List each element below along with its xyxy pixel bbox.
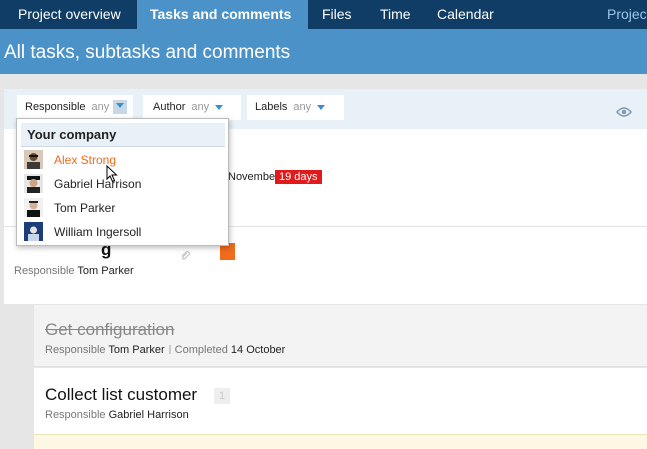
labels-filter-value: any [293,101,312,113]
meta-separator [168,345,171,354]
header-spacer [0,74,647,89]
person-name: Tom Parker [54,201,116,215]
due-date: November [228,171,279,183]
chevron-down-icon[interactable] [215,104,224,110]
task-row-next[interactable] [34,434,647,449]
dropdown-item-gabriel-harrison[interactable]: Gabriel Harrison [23,173,223,195]
completed-label: Completed [174,344,228,356]
chevron-down-icon[interactable] [317,104,326,110]
chevron-down-icon[interactable] [113,100,128,115]
tab-calendar[interactable]: Calendar [437,0,507,29]
avatar [24,150,43,169]
eye-icon[interactable] [616,104,632,122]
dropdown-heading: Your company [21,123,225,147]
tab-project[interactable]: Project [607,0,647,29]
task-title-collect-list[interactable]: Collect list customer [45,385,197,405]
avatar [24,174,43,193]
responsible-filter-value: any [91,101,110,113]
person-name: William Ingersoll [54,225,142,239]
tab-files[interactable]: Files [322,0,362,29]
task-meta-get-configuration: Responsible Tom Parker Completed 14 Octob… [45,344,285,356]
responsible-dropdown: Your company Alex Strong Gabriel Harriso… [16,118,229,246]
responsible-filter-label: Responsible [25,101,86,113]
task-meta: Responsible Tom Parker [14,265,134,277]
author-filter-value: any [191,101,210,113]
late-badge: 19 days [275,170,322,184]
labels-filter-label: Labels [255,101,288,113]
responsible-label: Responsible [45,344,106,356]
avatar [24,198,43,217]
dropdown-item-tom-parker[interactable]: Tom Parker [23,197,223,219]
avatar [24,222,43,241]
completed-value: 14 October [230,344,286,356]
top-nav: Project overview Tasks and comments File… [0,0,647,29]
page-title: All tasks, subtasks and comments [4,42,291,63]
dropdown-item-william-ingersoll[interactable]: William Ingersoll [23,221,223,243]
tab-project-overview[interactable]: Project overview [0,0,137,29]
dropdown-item-alex-strong[interactable]: Alex Strong [23,149,223,171]
tab-tasks-and-comments[interactable]: Tasks and comments [137,0,308,29]
page-header: All tasks, subtasks and comments [0,29,647,74]
responsible-value[interactable]: Tom Parker [77,265,133,277]
responsible-label: Responsible [45,409,106,421]
mouse-cursor-icon [106,164,118,188]
responsible-label: Responsible [14,265,75,277]
labels-filter[interactable]: Labels any [247,95,344,120]
responsible-filter[interactable]: Responsible any [17,95,133,120]
responsible-value[interactable]: Gabriel Harrison [109,409,189,421]
comment-count-badge: 1 [214,388,230,404]
paperclip-icon[interactable] [179,249,191,267]
responsible-value[interactable]: Tom Parker [108,344,164,356]
task-meta-collect-list: Responsible Gabriel Harrison [45,409,189,421]
task-title-get-configuration[interactable]: Get configuration [45,320,174,340]
tab-time[interactable]: Time [380,0,420,29]
author-filter[interactable]: Author any [143,95,241,120]
person-name: Gabriel Harrison [54,177,142,191]
author-filter-label: Author [153,101,186,113]
